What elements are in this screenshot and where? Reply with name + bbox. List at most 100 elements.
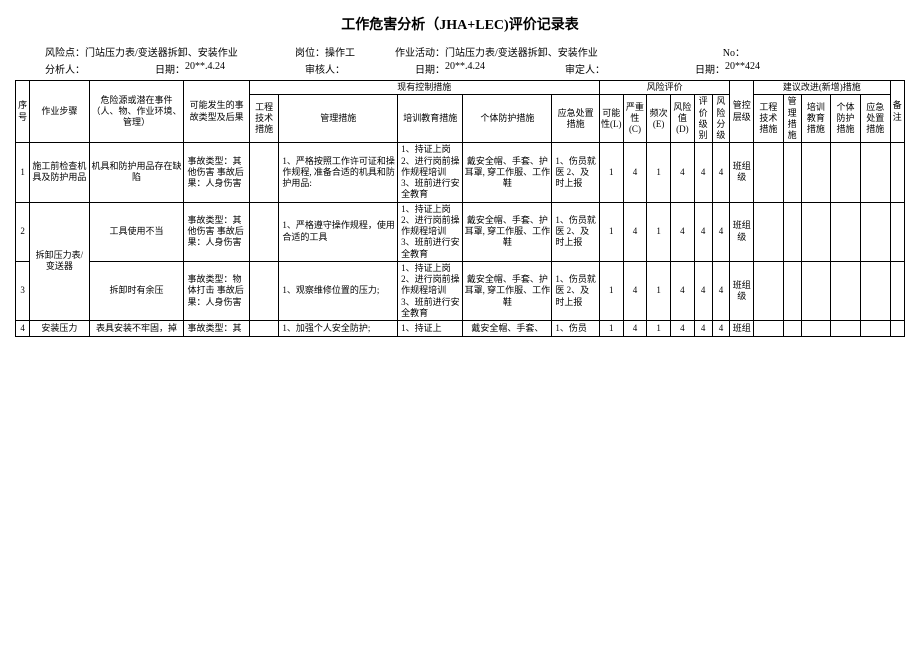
col-r-d: 风险值(D)	[671, 95, 695, 143]
cell-E: 1	[647, 261, 671, 320]
cell-mgmt: 1、严格遵守操作规程，使用合适的工具	[279, 202, 398, 261]
cell-accident: 事故类型：物体打击 事故后果：人身伤害	[184, 261, 249, 320]
cell-train: 1、持证上	[398, 321, 463, 337]
col-s-train: 培训教育措施	[801, 95, 831, 143]
cell-seq: 1	[16, 143, 30, 202]
cell-eng	[249, 202, 279, 261]
col-c-emg: 应急处置措施	[552, 95, 600, 143]
risk-point-value: 门站压力表/变送器拆卸、安装作业	[85, 44, 285, 59]
reviewer-value	[345, 61, 405, 76]
col-c-train: 培训教育措施	[398, 95, 463, 143]
col-risk: 风险评价	[599, 81, 729, 95]
cell-ctrl: 班组	[730, 321, 754, 337]
cell-emg: 1、伤员就医 2、及时上报	[552, 143, 600, 202]
cell-train: 1、持证上岗 2、进行岗前操作规程培训 3、班前进行安全教育	[398, 261, 463, 320]
cell-D: 4	[671, 202, 695, 261]
cell-eng	[249, 321, 279, 337]
cell-eng	[249, 143, 279, 202]
table-row: 1 施工前检查机具及防护用品 机具和防护用品存在缺陷 事故类型：其他伤害 事故后…	[16, 143, 905, 202]
cell-source: 拆卸时有余压	[89, 261, 184, 320]
cell-rl: 4	[712, 321, 730, 337]
col-r-e: 频次(E)	[647, 95, 671, 143]
cell-D: 4	[671, 143, 695, 202]
col-r-lv: 评价级别	[694, 95, 712, 143]
cell-step: 施工前检查机具及防护用品	[30, 143, 89, 202]
col-c-ppe: 个体防护措施	[463, 95, 552, 143]
cell-mgmt: 1、观察维修位置的压力;	[279, 261, 398, 320]
col-seq: 序号	[16, 81, 30, 143]
cell-E: 1	[647, 321, 671, 337]
analyst-label: 分析人：	[15, 61, 85, 76]
cell-L: 1	[599, 202, 623, 261]
cell-train: 1、持证上岗 2、进行岗前操作规程培训 3、班前进行安全教育	[398, 202, 463, 261]
col-suggest: 建议改进(新增)措施	[754, 81, 891, 95]
col-current: 现有控制措施	[249, 81, 599, 95]
approver-label: 审定人：	[545, 61, 605, 76]
date2-label: 日期：	[405, 61, 445, 76]
col-c-eng: 工程技术措施	[249, 95, 279, 143]
cell-lv: 4	[694, 261, 712, 320]
col-ctrl-lv: 管控层级	[730, 81, 754, 143]
col-accident: 可能发生的事故类型及后果	[184, 81, 249, 143]
cell-accident: 事故类型：其	[184, 321, 249, 337]
cell-ppe: 戴安全帽、手套、护耳罩, 穿工作服、工作鞋	[463, 143, 552, 202]
cell-step: 安装压力	[30, 321, 89, 337]
cell-D: 4	[671, 321, 695, 337]
cell-L: 1	[599, 143, 623, 202]
cell-source: 表具安装不牢固，掉	[89, 321, 184, 337]
col-r-c: 严重性(C)	[623, 95, 647, 143]
cell-emg: 1、伤员	[552, 321, 600, 337]
cell-eng	[249, 261, 279, 320]
cell-seq: 4	[16, 321, 30, 337]
cell-lv: 4	[694, 202, 712, 261]
cell-ppe: 戴安全帽、手套、护耳罩, 穿工作服、工作鞋	[463, 202, 552, 261]
cell-step: 拆卸压力表/变送器	[30, 202, 89, 321]
cell-ctrl: 班组级	[730, 261, 754, 320]
col-s-mgmt: 管理措施	[783, 95, 801, 143]
cell-emg: 1、伤员就医 2、及时上报	[552, 202, 600, 261]
cell-C: 4	[623, 261, 647, 320]
cell-E: 1	[647, 202, 671, 261]
col-s-ppe: 个体防护措施	[831, 95, 861, 143]
date3-label: 日期：	[685, 61, 725, 76]
activity-label: 作业活动：	[385, 44, 445, 59]
cell-rl: 4	[712, 202, 730, 261]
col-note: 备注	[890, 81, 904, 143]
cell-L: 1	[599, 321, 623, 337]
col-c-mgmt: 管理措施	[279, 95, 398, 143]
date3-value: 20**424	[725, 61, 785, 76]
cell-source: 工具使用不当	[89, 202, 184, 261]
cell-train: 1、持证上岗 2、进行岗前操作规程培训 3、班前进行安全教育	[398, 143, 463, 202]
table-row: 3 拆卸时有余压 事故类型：物体打击 事故后果：人身伤害 1、观察维修位置的压力…	[16, 261, 905, 320]
jha-table: 序号 作业步骤 危险源或潜在事件（人、物、作业环境、管理） 可能发生的事故类型及…	[15, 80, 905, 337]
col-source: 危险源或潜在事件（人、物、作业环境、管理）	[89, 81, 184, 143]
cell-source: 机具和防护用品存在缺陷	[89, 143, 184, 202]
activity-value: 门站压力表/变送器拆卸、安装作业	[445, 44, 665, 59]
cell-accident: 事故类型：其他伤害 事故后果：人身伤害	[184, 143, 249, 202]
cell-mgmt: 1、加强个人安全防护;	[279, 321, 398, 337]
approver-value	[605, 61, 685, 76]
date2-value: 20**.4.24	[445, 61, 545, 76]
cell-ctrl: 班组级	[730, 143, 754, 202]
col-r-l: 可能性(L)	[599, 95, 623, 143]
date1-value: 20**.4.24	[185, 61, 285, 76]
cell-rl: 4	[712, 261, 730, 320]
risk-point-label: 风险点：	[15, 44, 85, 59]
col-s-eng: 工程技术措施	[754, 95, 784, 143]
table-row: 4 安装压力 表具安装不牢固，掉 事故类型：其 1、加强个人安全防护; 1、持证…	[16, 321, 905, 337]
cell-accident: 事故类型：其他伤害 事故后果：人身伤害	[184, 202, 249, 261]
cell-rl: 4	[712, 143, 730, 202]
cell-seq: 3	[16, 261, 30, 320]
reviewer-label: 审核人：	[285, 61, 345, 76]
col-s-emg: 应急处置措施	[860, 95, 890, 143]
cell-ppe: 戴安全帽、手套、	[463, 321, 552, 337]
cell-seq: 2	[16, 202, 30, 261]
analyst-value	[85, 61, 145, 76]
cell-C: 4	[623, 321, 647, 337]
col-step: 作业步骤	[30, 81, 89, 143]
col-r-rl: 风险分级	[712, 95, 730, 143]
cell-ctrl: 班组级	[730, 202, 754, 261]
cell-D: 4	[671, 261, 695, 320]
cell-C: 4	[623, 143, 647, 202]
no-label: No：	[665, 44, 745, 59]
